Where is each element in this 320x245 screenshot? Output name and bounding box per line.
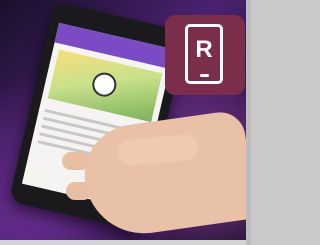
illustration: R (0, 0, 251, 245)
smartphone-icon: R (185, 24, 223, 84)
home-button-icon (200, 74, 209, 77)
app-logo-tile: R (165, 15, 245, 95)
right-border (246, 0, 251, 245)
logo-letter: R (195, 36, 213, 63)
bottom-border (0, 240, 251, 245)
soccer-ball-icon (89, 70, 119, 99)
